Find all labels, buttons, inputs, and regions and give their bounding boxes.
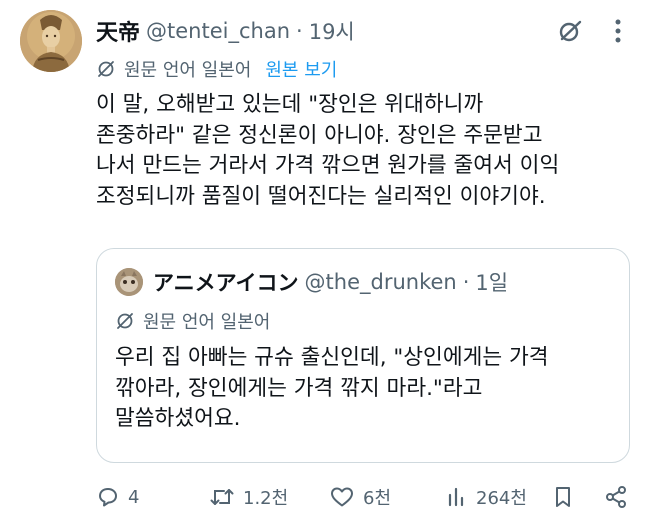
quote-author-display-name: アニメアイコン	[153, 271, 299, 295]
quote-author-avatar	[115, 268, 143, 296]
tweet-timestamp[interactable]: 19시	[309, 16, 355, 46]
quote-author-handle: @the_drunken	[304, 270, 457, 294]
like-button[interactable]: 6천	[329, 482, 391, 512]
tweet-text-line: 존중하라" 같은 정신론이 아니야. 장인은 주문받고	[96, 122, 543, 148]
retweet-count: 1.2천	[243, 488, 289, 509]
reply-icon	[99, 488, 117, 507]
author-handle[interactable]: @tentei_chan	[146, 19, 290, 43]
action-bar: 4 1.2천 6천 264천	[96, 482, 632, 512]
reply-button[interactable]: 4	[96, 482, 139, 512]
views-button[interactable]: 264천	[446, 482, 527, 512]
header-separator: ·	[296, 19, 303, 43]
avatar-image	[20, 10, 82, 72]
quoted-tweet[interactable]: アニメアイコン @the_drunken · 1일 원문 언어 일본어 우리 집…	[96, 248, 630, 463]
tweet-text-line: 조정되니까 품질이 떨어진다는 실리적인 이야기야.	[96, 183, 546, 209]
share-icon	[606, 486, 626, 508]
author-avatar[interactable]	[20, 10, 82, 72]
view-count: 264천	[476, 488, 527, 509]
quote-timestamp: 1일	[475, 271, 509, 295]
heart-icon	[331, 487, 353, 507]
share-button[interactable]	[604, 482, 628, 512]
bookmark-icon	[556, 487, 570, 507]
show-original-link[interactable]: 원본 보기	[265, 56, 337, 82]
quote-text: 우리 집 아빠는 규슈 출신인데, "상인에게는 가격 깎아라, 장인에게는 가…	[115, 343, 615, 435]
tweet-text-line: 이 말, 오해받고 있는데 "장인은 위대하니까	[96, 92, 484, 117]
tweet-header: 天帝 @tentei_chan · 19시	[96, 13, 632, 49]
grok-icon	[559, 20, 582, 42]
translation-row: 원문 언어 일본어 원본 보기	[96, 54, 337, 84]
quote-translation-label: 원문 언어 일본어	[143, 312, 271, 333]
reply-count: 4	[128, 486, 140, 508]
retweet-icon	[210, 489, 234, 505]
quote-text-line: 우리 집 아빠는 규슈 출신인데, "상인에게는 가격	[115, 345, 549, 370]
translate-icon	[117, 313, 133, 329]
bookmark-button[interactable]	[552, 482, 574, 512]
tweet-text-line: 나서 만드는 거라서 가격 깎으면 원가를 줄여서 이익	[96, 153, 560, 178]
quote-avatar-image	[115, 268, 143, 296]
quote-translation-row: 원문 언어 일본어	[115, 307, 270, 335]
tweet-text: 이 말, 오해받고 있는데 "장인은 위대하니까 존중하라" 같은 정신론이 아…	[96, 90, 632, 212]
retweet-button[interactable]: 1.2천	[209, 482, 288, 512]
quote-text-line: 말씀하셨어요.	[115, 406, 241, 431]
quote-text-line: 깎아라, 장인에게는 가격 깎지 마라."라고	[115, 375, 483, 401]
like-count: 6천	[363, 488, 392, 509]
grok-button[interactable]	[552, 13, 588, 49]
author-display-name[interactable]: 天帝	[96, 15, 140, 47]
more-vertical-icon	[615, 19, 621, 43]
quote-header: アニメアイコン @the_drunken · 1일	[115, 267, 615, 297]
quote-header-separator: ·	[462, 270, 470, 294]
translation-label: 원문 언어 일본어	[124, 60, 252, 81]
views-icon	[448, 487, 464, 507]
translate-icon	[98, 61, 114, 77]
more-options-button[interactable]	[604, 13, 632, 49]
